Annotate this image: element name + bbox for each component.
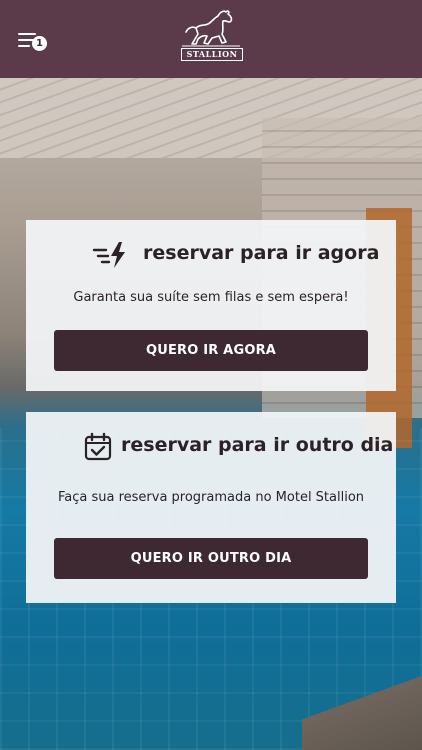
notification-badge: 1 xyxy=(32,36,47,51)
menu-button[interactable]: 1 xyxy=(16,30,52,56)
reserve-other-day-button[interactable]: QUERO IR OUTRO DIA xyxy=(54,538,368,579)
calendar-check-icon xyxy=(84,432,112,461)
menu-icon-line xyxy=(18,45,30,47)
reserve-now-button[interactable]: QUERO IR AGORA xyxy=(54,330,368,371)
reserve-now-subtitle: Garanta sua suíte sem filas e sem espera… xyxy=(73,290,349,305)
reserve-now-title: reservar para ir agora xyxy=(143,242,380,264)
fast-lightning-icon xyxy=(92,242,125,268)
reserve-other-day-card: reservar para ir outro dia Faça sua rese… xyxy=(26,412,396,603)
menu-icon-line xyxy=(18,33,36,35)
horse-icon xyxy=(182,10,240,47)
reserve-other-day-title: reservar para ir outro dia xyxy=(121,434,394,456)
reserve-now-card: reservar para ir agora Garanta sua suíte… xyxy=(26,220,396,391)
stallion-logo: STALLION xyxy=(178,8,244,62)
pool-deck xyxy=(302,670,422,750)
reserve-other-day-subtitle: Faça sua reserva programada no Motel Sta… xyxy=(57,490,365,505)
app-header: 1 STALLION xyxy=(0,0,422,78)
logo-text: STALLION xyxy=(181,48,243,61)
